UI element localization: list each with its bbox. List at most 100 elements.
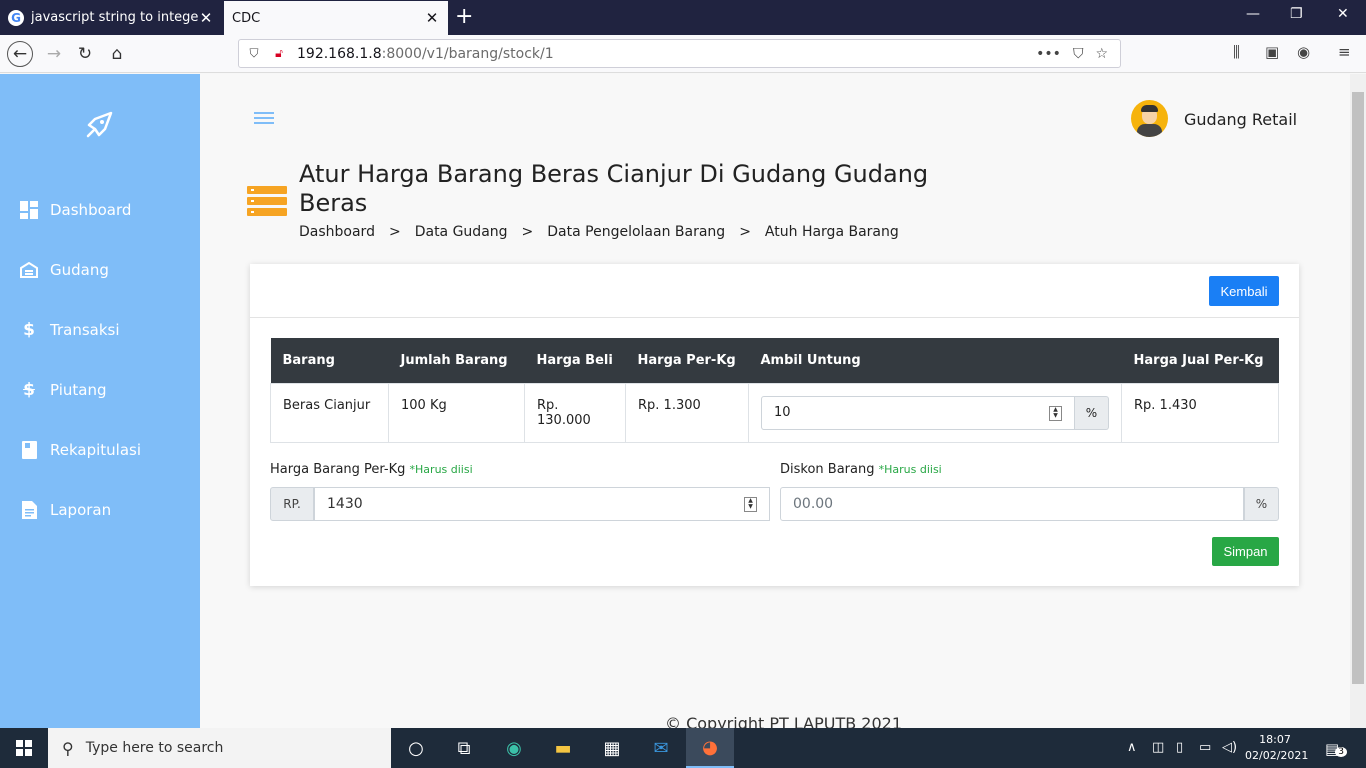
table-row: Beras Cianjur 100 Kg Rp. 130.000 Rp. 1.3… (270, 382, 1279, 443)
network-icon[interactable]: ▭ (1199, 740, 1211, 755)
search-placeholder: Type here to search (85, 740, 224, 756)
sidebar-item-laporan[interactable]: Laporan (20, 495, 111, 525)
back-button[interactable]: Kembali (1209, 276, 1279, 306)
server-stack-icon (247, 186, 287, 219)
insecure-lock-icon[interactable]: 🔓︎ (269, 46, 289, 61)
user-avatar[interactable] (1131, 100, 1168, 137)
item-table: Barang Jumlah Barang Harga Beli Harga Pe… (270, 338, 1279, 443)
spinner-arrows-icon[interactable]: ▲ ▼ (744, 497, 757, 512)
mail-icon[interactable]: ✉ (637, 728, 685, 768)
show-hidden-icons-icon[interactable]: ∧ (1127, 740, 1137, 755)
page-actions-icon[interactable]: ••• (1036, 46, 1061, 62)
col-barang: Barang (270, 338, 389, 383)
sidebar-item-dashboard[interactable]: Dashboard (20, 195, 131, 225)
profit-input-group: 10 ▲ ▼ % (761, 395, 1109, 430)
taskbar-search[interactable]: ⚲ Type here to search (48, 728, 391, 768)
tab-javascript[interactable]: G javascript string to integer - Per ✕ (0, 0, 222, 35)
back-icon[interactable]: ← (7, 41, 33, 67)
forward-icon[interactable]: → (41, 41, 67, 67)
firefox-icon[interactable]: ◕ (686, 728, 734, 768)
breadcrumb-current: Atuh Harga Barang (764, 224, 899, 240)
price-card: Kembali Barang Jumlah Barang Harga Beli … (250, 264, 1299, 586)
sidebar: Dashboard Gudang $ Transaksi $ Piutang R… (0, 74, 200, 728)
breadcrumb-separator: > (388, 224, 401, 240)
harga-input[interactable]: 1430 ▲ ▼ (314, 487, 770, 521)
profit-percent-input[interactable]: 10 ▲ ▼ (761, 395, 1075, 430)
sidebar-item-label: Rekapitulasi (50, 441, 142, 459)
cortana-icon[interactable]: ○ (392, 728, 440, 768)
new-tab-icon[interactable]: + (455, 4, 473, 29)
sidebar-item-label: Laporan (50, 501, 112, 519)
breadcrumb-dashboard[interactable]: Dashboard (299, 224, 375, 240)
notification-count: 3 (1335, 747, 1347, 757)
breadcrumb: Dashboard > Data Gudang > Data Pengelola… (299, 224, 899, 240)
close-tab-icon[interactable]: ✕ (198, 9, 214, 27)
breadcrumb-data-gudang[interactable]: Data Gudang (415, 224, 508, 240)
home-icon[interactable]: ⌂ (104, 41, 130, 67)
diskon-label-text: Diskon Barang (780, 462, 875, 477)
percent-suffix: % (1244, 487, 1279, 521)
file-explorer-icon[interactable]: ▬ (539, 728, 587, 768)
diskon-input[interactable]: 00.00 (780, 487, 1244, 521)
volume-icon[interactable]: ◁) (1222, 740, 1237, 755)
required-hint: *Harus diisi (409, 463, 473, 476)
table-header-row: Barang Jumlah Barang Harga Beli Harga Pe… (270, 338, 1279, 383)
save-button[interactable]: Simpan (1212, 537, 1279, 566)
sidebar-item-piutang[interactable]: $ Piutang (20, 375, 107, 405)
rp-prefix: RP. (270, 487, 314, 521)
system-clock[interactable]: 18:07 02/02/2021 (1245, 732, 1309, 764)
footer-copyright: © Copyright PT LAPUTB 2021 (665, 714, 902, 728)
spinner-arrows-icon[interactable]: ▲ ▼ (1049, 405, 1062, 421)
browser-navbar: ← → ↻ ⌂ ⛉ 🔓︎ 192.168.1.8:8000/v1/barang/… (0, 35, 1366, 73)
diskon-label: Diskon Barang *Harus diisi (780, 462, 942, 477)
sidebar-item-gudang[interactable]: Gudang (20, 255, 109, 285)
url-bar[interactable]: ⛉ 🔓︎ 192.168.1.8:8000/v1/barang/stock/1 … (238, 39, 1121, 68)
meet-now-icon[interactable]: ◫ (1152, 740, 1164, 755)
profit-value: 10 (774, 405, 791, 420)
clock-date: 02/02/2021 (1245, 749, 1309, 762)
google-favicon-icon: G (8, 9, 24, 26)
account-icon[interactable]: ◉ (1297, 43, 1310, 61)
cell-harga-beli: Rp. 130.000 (524, 382, 626, 443)
restore-icon[interactable]: ❐ (1290, 6, 1303, 22)
menu-icon[interactable]: ≡ (1338, 43, 1351, 61)
breadcrumb-data-pengelolaan[interactable]: Data Pengelolaan Barang (547, 224, 725, 240)
page-scrollbar[interactable] (1350, 74, 1366, 728)
sidebar-toggle-icon[interactable]: ▣ (1265, 43, 1279, 61)
harga-label-text: Harga Barang Per-Kg (270, 462, 406, 477)
notification-icon[interactable]: ▤3 (1325, 740, 1347, 758)
windows-start-icon[interactable] (0, 728, 48, 768)
close-window-icon[interactable]: ✕ (1337, 6, 1349, 22)
url-host: 192.168.1.8 (297, 45, 382, 62)
clock-time: 18:07 (1259, 733, 1291, 746)
reload-icon[interactable]: ↻ (72, 41, 98, 67)
tab-cdc[interactable]: CDC ✕ (224, 1, 448, 35)
rocket-logo-icon[interactable] (83, 109, 115, 141)
edge-browser-icon[interactable]: ◉ (490, 728, 538, 768)
bookmark-star-icon[interactable]: ☆ (1095, 46, 1108, 62)
minimize-icon[interactable]: — (1246, 6, 1260, 22)
task-view-icon[interactable]: ⧉ (440, 728, 488, 768)
sidebar-item-transaksi[interactable]: $ Transaksi (20, 315, 119, 345)
harga-input-group: RP. 1430 ▲ ▼ (270, 487, 770, 521)
main-content: Gudang Retail Atur Harga Barang Beras Ci… (200, 74, 1350, 728)
shield-icon[interactable]: ⛉ (244, 46, 264, 61)
store-icon[interactable]: ▦ (588, 728, 636, 768)
harga-value: 1430 (327, 496, 363, 512)
sidebar-item-label: Gudang (50, 261, 109, 279)
percent-suffix: % (1075, 395, 1109, 430)
sidebar-item-label: Piutang (50, 381, 107, 399)
sidebar-item-rekapitulasi[interactable]: Rekapitulasi (20, 435, 141, 465)
cell-jumlah: 100 Kg (388, 382, 525, 443)
url-text[interactable]: 192.168.1.8:8000/v1/barang/stock/1 (297, 46, 1036, 62)
pocket-icon[interactable]: ⛉ (1073, 46, 1084, 62)
tab-title: CDC (232, 10, 261, 26)
library-icon[interactable]: ⫼ (1233, 43, 1240, 61)
scrollbar-thumb[interactable] (1352, 92, 1364, 684)
breadcrumb-separator: > (521, 224, 534, 240)
close-tab-icon[interactable]: ✕ (424, 9, 440, 27)
card-header (250, 264, 1299, 318)
hamburger-menu-icon[interactable] (254, 112, 274, 127)
user-name[interactable]: Gudang Retail (1184, 110, 1297, 129)
battery-icon[interactable]: ▯ (1176, 740, 1183, 755)
